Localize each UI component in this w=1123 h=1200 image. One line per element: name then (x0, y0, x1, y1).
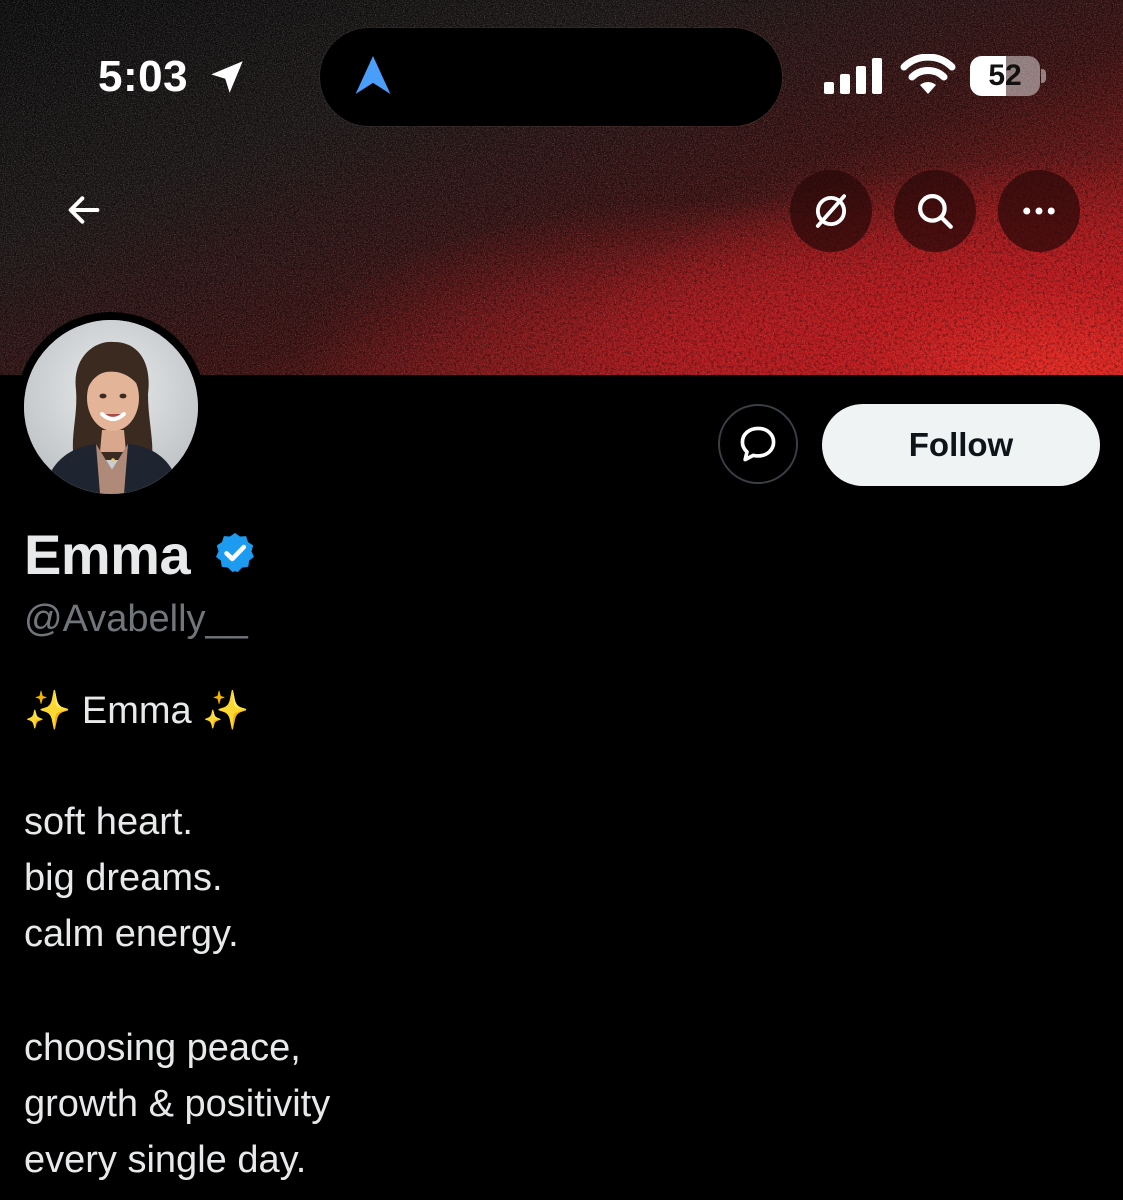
more-icon (1023, 207, 1055, 215)
more-button[interactable] (998, 170, 1080, 252)
battery-indicator: 52 (970, 56, 1046, 96)
handle: @Avabelly__ (24, 598, 248, 640)
verified-badge-icon (216, 532, 254, 572)
back-arrow-icon (68, 196, 100, 224)
bio-line: every single day. (24, 1139, 307, 1181)
bio-line: growth & positivity (24, 1083, 331, 1125)
bio-line: soft heart. (24, 801, 193, 843)
grok-button[interactable] (790, 170, 872, 252)
wifi-icon (900, 54, 956, 94)
grok-icon (815, 194, 847, 228)
message-icon (740, 426, 776, 462)
message-button[interactable] (718, 404, 798, 484)
avatar[interactable] (24, 320, 198, 494)
bio-line: big dreams. (24, 857, 223, 899)
bio-line: calm energy. (24, 913, 239, 955)
follow-button[interactable]: Follow (822, 404, 1100, 486)
cellular-signal-icon (824, 58, 882, 94)
status-time: 5:03 (98, 52, 189, 101)
navigation-arrow-icon (355, 56, 391, 94)
battery-level: 52 (988, 59, 1022, 92)
bio-line: choosing peace, (24, 1027, 301, 1069)
location-arrow-icon (211, 61, 243, 93)
sparkle-icon: ✨ (24, 688, 72, 732)
display-name: Emma (24, 523, 191, 586)
bio-title: ✨ Emma ✨ (24, 682, 250, 739)
bio-title-text: Emma (81, 690, 192, 732)
search-icon (918, 194, 953, 229)
sparkle-icon: ✨ (202, 688, 250, 732)
search-button[interactable] (894, 170, 976, 252)
back-button[interactable] (44, 170, 124, 250)
